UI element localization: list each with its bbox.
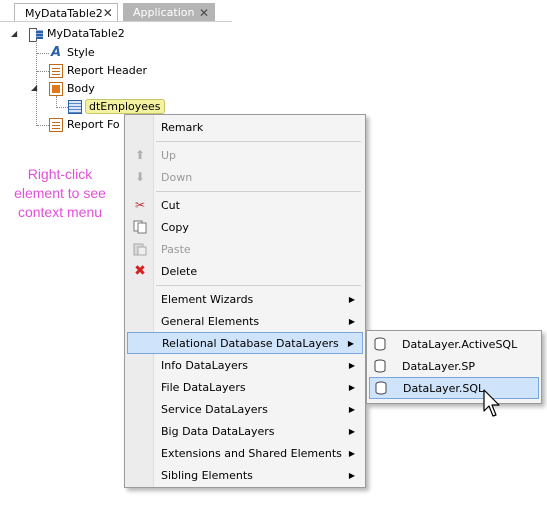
tree-item-label: Body [67, 82, 95, 95]
scissors-icon: ✂ [134, 198, 146, 212]
submenu-arrow-icon: ▶ [348, 294, 355, 304]
menu-item-label: Service DataLayers [161, 402, 268, 416]
menu-item-label: Cut [161, 198, 180, 212]
menu-item-label: Remark [161, 120, 204, 134]
tree-item-report-header[interactable]: Report Header [49, 62, 147, 79]
menu-item-extensions-shared-elements[interactable]: Extensions and Shared Elements ▶ [127, 442, 363, 464]
menu-item-label: Down [161, 170, 193, 184]
up-arrow-icon: ⬆ [134, 148, 146, 162]
submenu-arrow-icon: ▶ [348, 470, 355, 480]
submenu-item-activesql[interactable]: DataLayer.ActiveSQL [369, 333, 539, 355]
annotation-text: Right-click element to see context menu [8, 165, 112, 222]
tree-connector [37, 125, 49, 126]
menu-item-label: Sibling Elements [161, 468, 253, 482]
menu-item-cut[interactable]: ✂ Cut [127, 194, 363, 216]
tree-connector [37, 71, 49, 72]
menu-separator [156, 191, 361, 192]
menu-item-label: Delete [161, 264, 198, 278]
tree-item-body[interactable]: Body [49, 80, 95, 97]
menu-item-label: Element Wizards [161, 292, 254, 306]
menu-separator [156, 141, 361, 142]
datalayer-submenu: DataLayer.ActiveSQL DataLayer.SP DataLay… [366, 330, 542, 404]
tree-item-report-footer[interactable]: Report Fo [49, 116, 120, 133]
collapse-icon[interactable]: ◢ [11, 29, 17, 38]
style-icon: A [50, 45, 62, 60]
annotation-line: Right-click [27, 166, 93, 182]
submenu-arrow-icon: ▶ [348, 404, 355, 414]
delete-x-icon: ✖ [134, 263, 146, 279]
submenu-arrow-icon: ▶ [348, 448, 355, 458]
menu-item-down[interactable]: ⬇ Down [127, 166, 363, 188]
submenu-arrow-icon: ▶ [348, 316, 355, 326]
menu-item-file-datalayers[interactable]: File DataLayers ▶ [127, 376, 363, 398]
tab-application[interactable]: Application ✕ [123, 3, 215, 22]
menu-item-big-data-datalayers[interactable]: Big Data DataLayers ▶ [127, 420, 363, 442]
submenu-arrow-icon: ▶ [348, 382, 355, 392]
context-menu: Remark ⬆ Up ⬇ Down ✂ Cut Copy Paste ✖ De… [124, 114, 366, 488]
report-header-icon [49, 63, 63, 78]
menu-item-label: Up [161, 148, 177, 162]
tab-bar: MyDataTable2 ✕ Application ✕ [0, 0, 547, 22]
definition-icon [29, 27, 43, 42]
submenu-item-sp[interactable]: DataLayer.SP [369, 355, 539, 377]
menu-item-general-elements[interactable]: General Elements ▶ [127, 310, 363, 332]
paste-icon [133, 242, 147, 256]
tree-item-label: Report Header [67, 64, 148, 77]
menu-item-relational-database-datalayers[interactable]: Relational Database DataLayers ▶ [127, 332, 363, 354]
tree-item-style[interactable]: A Style [49, 44, 95, 61]
data-table-icon [68, 99, 82, 114]
mouse-cursor-icon [483, 389, 500, 417]
menu-item-info-datalayers[interactable]: Info DataLayers ▶ [127, 354, 363, 376]
menu-separator [156, 285, 361, 286]
menu-item-sibling-elements[interactable]: Sibling Elements ▶ [127, 464, 363, 486]
menu-item-label: General Elements [161, 314, 260, 328]
menu-item-label: DataLayer.ActiveSQL [402, 337, 518, 351]
tree-item-label: Report Fo [67, 118, 120, 131]
tree-root-label: MyDataTable2 [47, 27, 125, 40]
tree-root[interactable]: MyDataTable2 [29, 25, 125, 42]
annotation-line: element to see [14, 185, 106, 201]
menu-item-paste[interactable]: Paste [127, 238, 363, 260]
tab-label: Application [133, 6, 195, 19]
database-icon [375, 381, 387, 395]
tree-item-label: dtEmployees [85, 99, 165, 114]
annotation-line: context menu [17, 204, 103, 220]
tab-divider [0, 21, 232, 22]
menu-item-label: DataLayer.SP [402, 359, 476, 373]
menu-item-label: Paste [161, 242, 191, 256]
down-arrow-icon: ⬇ [134, 170, 146, 184]
submenu-arrow-icon: ▶ [348, 426, 355, 436]
menu-item-delete[interactable]: ✖ Delete [127, 260, 363, 282]
close-icon[interactable]: ✕ [199, 6, 209, 20]
close-icon[interactable]: ✕ [103, 6, 113, 20]
copy-icon [133, 220, 147, 234]
report-footer-icon [49, 117, 63, 132]
menu-item-element-wizards[interactable]: Element Wizards ▶ [127, 288, 363, 310]
menu-item-label: Extensions and Shared Elements [161, 446, 342, 460]
menu-item-label: Relational Database DataLayers [162, 336, 339, 350]
menu-item-label: Big Data DataLayers [161, 424, 275, 438]
menu-item-label: DataLayer.SQL [403, 381, 485, 395]
menu-item-up[interactable]: ⬆ Up [127, 144, 363, 166]
menu-item-label: Info DataLayers [161, 358, 248, 372]
tree-connector [37, 53, 49, 54]
tab-mydatatable2[interactable]: MyDataTable2 ✕ [14, 3, 118, 22]
tree-item-dtemployees[interactable]: dtEmployees [68, 98, 165, 115]
submenu-arrow-icon: ▶ [348, 360, 355, 370]
tree-connector [57, 107, 68, 108]
submenu-item-sql[interactable]: DataLayer.SQL [369, 377, 539, 399]
menu-item-label: File DataLayers [161, 380, 246, 394]
menu-item-label: Copy [161, 220, 189, 234]
database-icon [374, 359, 386, 373]
tree-item-label: Style [67, 46, 95, 59]
database-icon [374, 337, 386, 351]
body-icon [49, 81, 63, 96]
tab-label: MyDataTable2 [25, 6, 103, 20]
menu-item-remark[interactable]: Remark [127, 116, 363, 138]
submenu-arrow-icon: ▶ [347, 338, 354, 348]
menu-item-copy[interactable]: Copy [127, 216, 363, 238]
menu-item-service-datalayers[interactable]: Service DataLayers ▶ [127, 398, 363, 420]
collapse-icon[interactable]: ◢ [31, 83, 37, 92]
